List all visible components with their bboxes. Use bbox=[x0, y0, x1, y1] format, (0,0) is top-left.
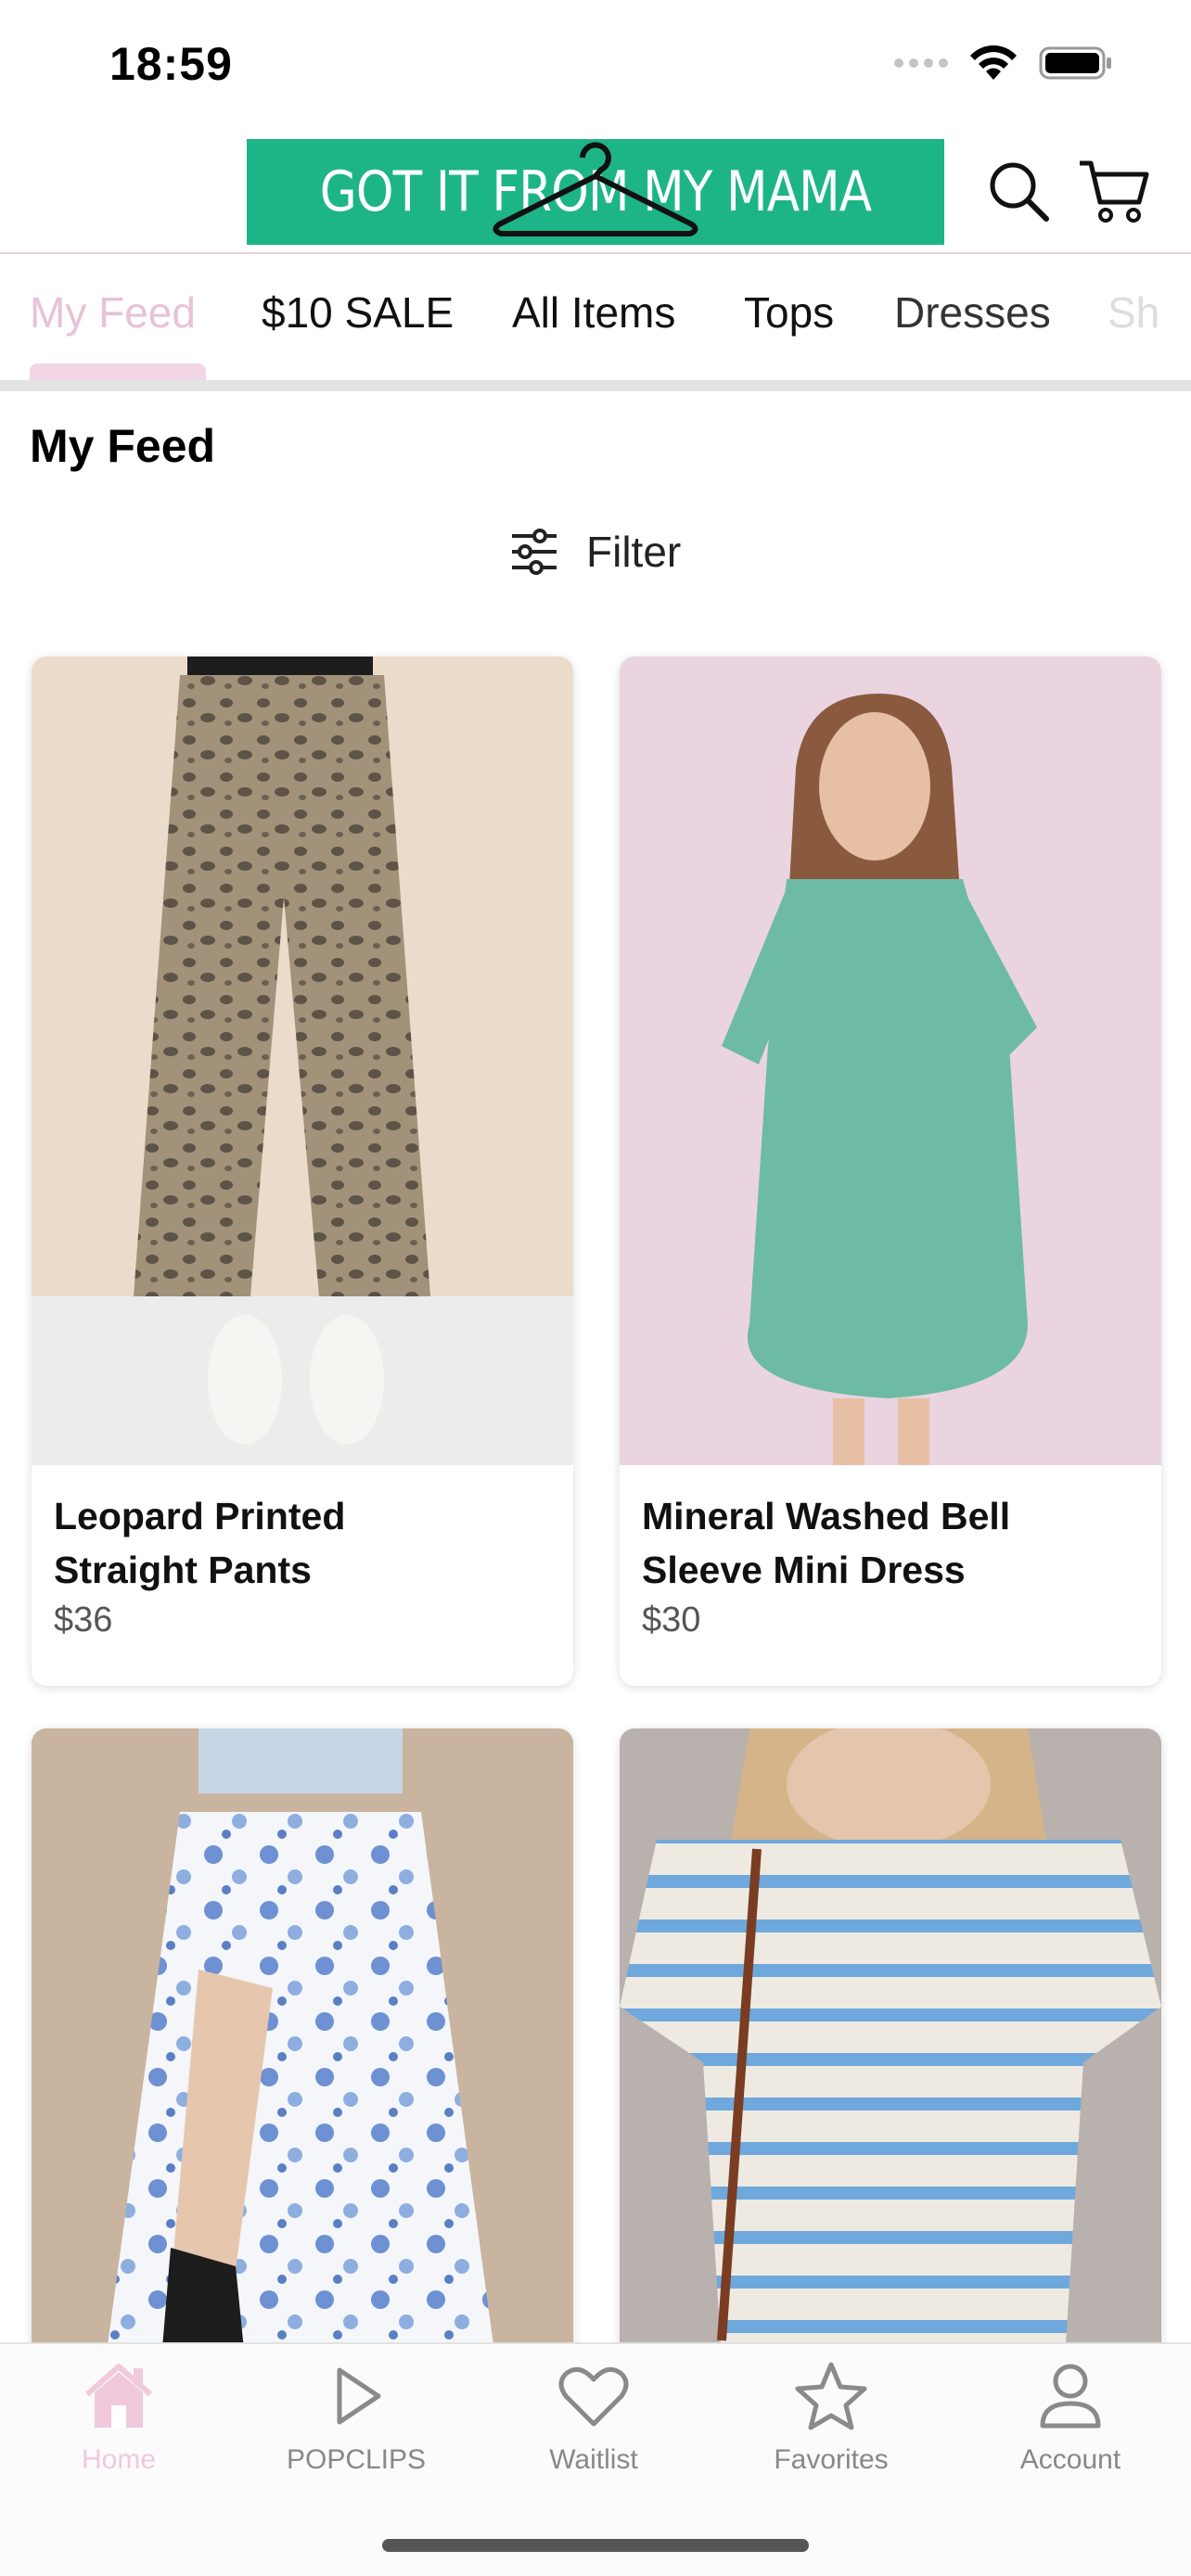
nav-label: Favorites bbox=[774, 2444, 889, 2475]
product-price: $30 bbox=[642, 1600, 701, 1639]
person-icon bbox=[1040, 2364, 1101, 2429]
nav-favorites[interactable]: Favorites bbox=[738, 2361, 924, 2476]
heart-icon bbox=[558, 2366, 629, 2427]
product-image[interactable] bbox=[620, 657, 1161, 1465]
wifi-icon bbox=[970, 45, 1017, 80]
product-name[interactable]: Mineral Washed Bell Sleeve Mini Dress bbox=[642, 1489, 1031, 1597]
nav-waitlist[interactable]: Waitlist bbox=[501, 2361, 686, 2476]
home-icon bbox=[85, 2364, 152, 2428]
sliders-icon bbox=[512, 529, 557, 575]
product-price: $36 bbox=[54, 1600, 113, 1639]
nav-home[interactable]: Home bbox=[26, 2361, 211, 2476]
hanger-icon bbox=[493, 142, 698, 236]
nav-popclips[interactable]: POPCLIPS bbox=[263, 2361, 449, 2476]
nav-label: POPCLIPS bbox=[286, 2444, 427, 2475]
tab-tops[interactable]: Tops bbox=[744, 287, 834, 338]
nav-account[interactable]: Account bbox=[978, 2361, 1163, 2476]
tab-shoes[interactable]: Sh bbox=[1108, 287, 1159, 338]
active-tab-indicator bbox=[30, 363, 206, 382]
app-header: GOT IT FROM MY MAMA bbox=[0, 130, 1191, 254]
nav-label: Home bbox=[81, 2444, 157, 2475]
page-title: My Feed bbox=[30, 420, 216, 472]
tabs-divider bbox=[0, 380, 1191, 391]
product-card[interactable]: Leopard Printed Straight Pants $36 bbox=[32, 657, 573, 1686]
tab-10-sale[interactable]: $10 SALE bbox=[262, 287, 454, 338]
star-icon bbox=[795, 2362, 867, 2430]
product-card[interactable]: Mineral Washed Bell Sleeve Mini Dress $3… bbox=[620, 657, 1161, 1686]
nav-label: Account bbox=[1019, 2444, 1121, 2475]
status-icons bbox=[894, 45, 1113, 82]
tab-all-items[interactable]: All Items bbox=[512, 287, 675, 338]
status-bar: 18:59 bbox=[0, 0, 1191, 130]
search-icon[interactable] bbox=[983, 156, 1054, 226]
product-image[interactable] bbox=[32, 657, 573, 1465]
nav-label: Waitlist bbox=[549, 2444, 638, 2475]
home-indicator bbox=[382, 2539, 809, 2552]
tab-my-feed[interactable]: My Feed bbox=[30, 287, 196, 338]
product-name[interactable]: Leopard Printed Straight Pants bbox=[54, 1489, 443, 1597]
status-time: 18:59 bbox=[109, 38, 233, 90]
filter-button[interactable]: Filter bbox=[508, 519, 681, 584]
play-icon bbox=[337, 2367, 381, 2425]
filter-label: Filter bbox=[586, 528, 682, 576]
category-tabs: My Feed $10 SALE All Items Tops Dresses … bbox=[0, 256, 1191, 382]
brand-logo[interactable]: GOT IT FROM MY MAMA bbox=[247, 139, 944, 245]
battery-icon bbox=[1039, 46, 1111, 80]
tab-dresses[interactable]: Dresses bbox=[894, 287, 1051, 338]
cart-icon[interactable] bbox=[1076, 156, 1149, 226]
cellular-signal-icon bbox=[894, 58, 948, 68]
